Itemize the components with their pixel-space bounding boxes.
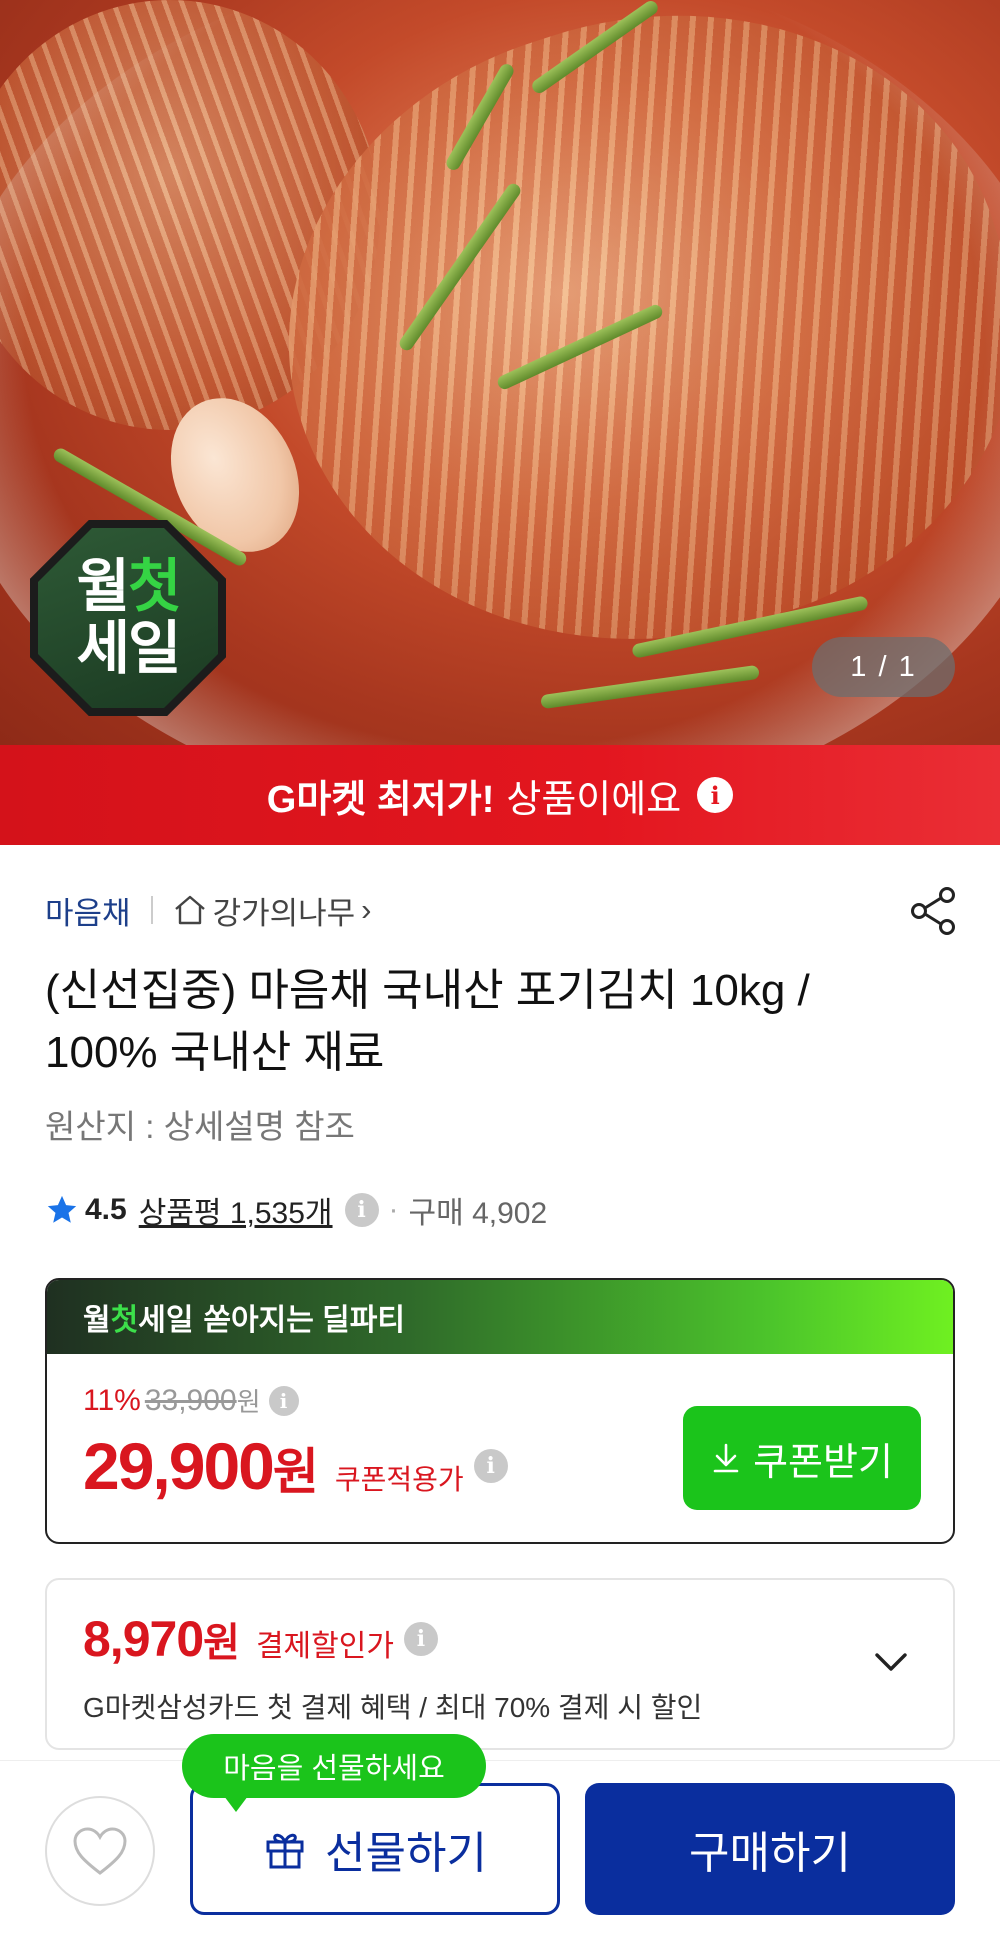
original-price: 33,900 [144, 1383, 237, 1417]
original-price-unit: 원 [236, 1387, 261, 1417]
info-icon[interactable]: i [344, 1193, 379, 1227]
coupon-price-row: 29,900 원 쿠폰적용가 i [83, 1428, 508, 1504]
monthly-first-sale-badge: 월첫 세일 [30, 520, 226, 716]
payment-discount-card[interactable]: 8,970 원 결제할인가 i G마켓삼성카드 첫 결제 혜택 / 최대 70%… [45, 1578, 955, 1750]
coupon-button-label: 쿠폰받기 [753, 1441, 893, 1484]
coupon-price: 29,900 [83, 1429, 275, 1503]
deal-head-text: 쏟아지는 딜파티 [203, 1304, 405, 1337]
origin-info: 원산지 : 상세설명 참조 [45, 1108, 355, 1145]
deal-party-card: 월 첫 세일 쏟아지는 딜파티 11% 33,900 원 i 29,900 원 쿠폰… [45, 1278, 955, 1544]
share-icon[interactable] [908, 885, 960, 937]
coupon-price-unit: 원 [272, 1444, 319, 1500]
product-image[interactable]: 월첫 세일 1 / 1 [0, 0, 1000, 745]
deal-body: 11% 33,900 원 i 29,900 원 쿠폰적용가 i 쿠폰받기 [47, 1354, 953, 1542]
star-icon [47, 1195, 77, 1223]
gift-icon [266, 1833, 304, 1869]
purchase-count: 구매 4,902 [408, 1197, 548, 1230]
heart-icon [73, 1827, 127, 1875]
banner-text: 상품이에요 [506, 778, 682, 821]
discount-percent: 11% [83, 1383, 141, 1417]
deal-party-header: 월 첫 세일 쏟아지는 딜파티 [47, 1280, 953, 1354]
info-icon[interactable]: i [268, 1385, 299, 1416]
download-icon [713, 1443, 739, 1473]
wishlist-button[interactable] [45, 1796, 155, 1906]
rating-score: 4.5 [85, 1193, 127, 1226]
lowest-price-banner[interactable]: G마켓 최저가! 상품이에요 i [0, 745, 1000, 845]
info-icon[interactable]: i [473, 1449, 508, 1483]
get-coupon-button[interactable]: 쿠폰받기 [683, 1406, 921, 1510]
chevron-right-icon: › [361, 892, 372, 927]
separator-dot: · [388, 1193, 399, 1226]
store-name: 강가의나무 [212, 895, 356, 931]
gift-tooltip: 마음을 선물하세요 [182, 1734, 486, 1812]
coupon-price-label: 쿠폰적용가 [334, 1464, 464, 1495]
rating-row: 4.5 상품평 1,535개 i · 구매 4,902 [45, 1188, 547, 1232]
payment-price-unit: 원 [203, 1621, 240, 1665]
deal-head-c: 세일 [138, 1304, 194, 1337]
buy-button[interactable]: 구매하기 [585, 1783, 955, 1915]
info-icon[interactable]: i [403, 1622, 438, 1656]
brand-link[interactable]: 마음채 [45, 888, 131, 933]
discount-row: 11% 33,900 원 i [83, 1382, 299, 1419]
divider [150, 896, 153, 924]
deal-head-a: 월 [83, 1304, 111, 1337]
home-icon [174, 895, 205, 925]
product-title: (신선집중) 마음채 국내산 포기김치 10kg / 100% 국내산 재료 [45, 966, 810, 1077]
deal-head-b: 첫 [110, 1304, 139, 1337]
chevron-down-icon[interactable] [869, 1640, 913, 1684]
bottom-action-bar: 선물하기 구매하기 [0, 1760, 1000, 1939]
payment-price: 8,970 [83, 1611, 204, 1667]
payment-price-row: 8,970 원 결제할인가 i [83, 1610, 438, 1668]
payment-price-label: 결제할인가 [255, 1630, 394, 1663]
banner-strong-text: G마켓 최저가! [266, 778, 495, 821]
payment-description: G마켓삼성카드 첫 결제 혜택 / 최대 70% 결제 시 할인 [83, 1692, 703, 1723]
gift-button-label: 선물하기 [325, 1829, 487, 1878]
image-counter: 1 / 1 [812, 637, 955, 697]
info-icon[interactable]: i [697, 777, 734, 813]
seller-row: 마음채 강가의나무 › [45, 888, 372, 933]
store-link[interactable]: 강가의나무 › [173, 888, 372, 933]
review-count-link[interactable]: 상품평 1,535개 [139, 1188, 333, 1232]
